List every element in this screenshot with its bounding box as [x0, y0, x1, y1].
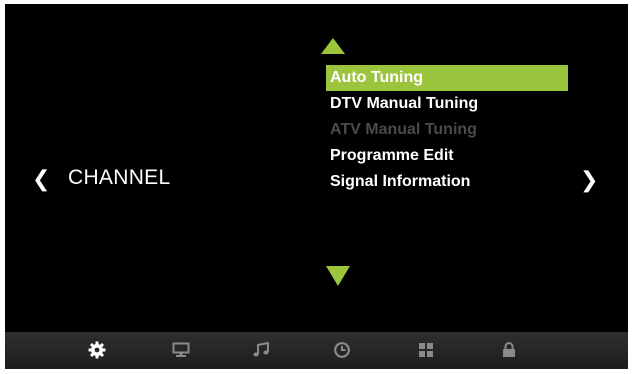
menu-item-dtv-manual-tuning[interactable]: DTV Manual Tuning: [326, 91, 568, 117]
menu-item-programme-edit[interactable]: Programme Edit: [326, 143, 568, 169]
previous-category-icon[interactable]: ❮: [32, 168, 50, 190]
scroll-up-arrow-icon[interactable]: [321, 38, 345, 54]
clock-icon[interactable]: [331, 340, 353, 360]
music-note-icon[interactable]: [250, 340, 272, 360]
tv-osd-screen: ❮ CHANNEL ❯ Auto Tuning DTV Manual Tunin…: [5, 4, 628, 369]
channel-menu: Auto Tuning DTV Manual Tuning ATV Manual…: [326, 65, 568, 195]
monitor-icon[interactable]: [170, 340, 192, 360]
settings-category-bar: [5, 332, 628, 369]
lock-icon[interactable]: [498, 340, 520, 360]
menu-item-signal-information[interactable]: Signal Information: [326, 169, 568, 195]
menu-item-atv-manual-tuning: ATV Manual Tuning: [330, 121, 477, 138]
apps-grid-icon[interactable]: [415, 340, 437, 360]
next-category-icon[interactable]: ❯: [580, 169, 598, 191]
scroll-down-arrow-icon[interactable]: [326, 266, 350, 286]
category-title: CHANNEL: [68, 166, 171, 189]
menu-item-auto-tuning[interactable]: Auto Tuning: [326, 65, 568, 91]
gear-icon[interactable]: [86, 340, 108, 360]
